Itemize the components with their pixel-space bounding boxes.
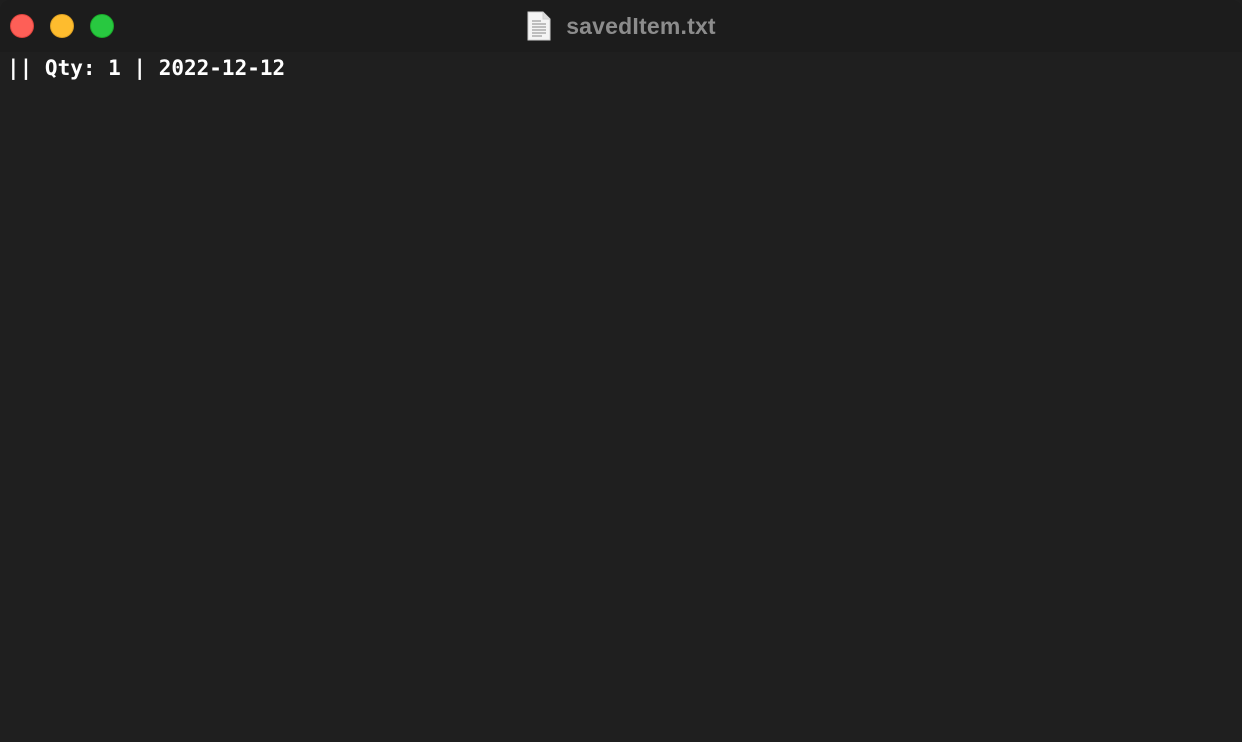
close-window-button[interactable]: [10, 14, 34, 38]
text-line[interactable]: || Qty: 1 | 2022-12-12: [7, 54, 285, 82]
window-title[interactable]: savedItem.txt: [566, 13, 716, 40]
minimize-window-button[interactable]: [50, 14, 74, 38]
text-editor-area[interactable]: || Qty: 1 | 2022-12-12: [0, 52, 1242, 742]
zoom-window-button[interactable]: [90, 14, 114, 38]
text-editor-window: savedItem.txt || Qty: 1 | 2022-12-12: [0, 0, 1242, 742]
title-bar[interactable]: savedItem.txt: [0, 0, 1242, 52]
text-document-icon[interactable]: [526, 11, 552, 41]
window-title-group: savedItem.txt: [0, 0, 1242, 52]
